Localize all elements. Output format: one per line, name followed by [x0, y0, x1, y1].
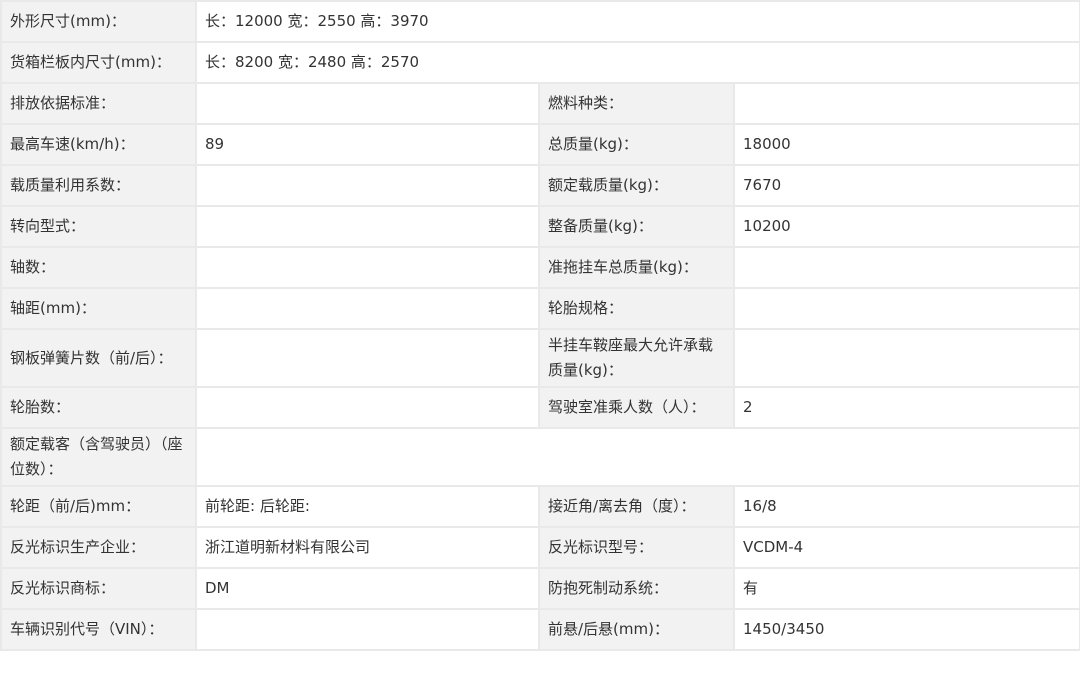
- field-label-vin: 车辆识别代号（VIN）：: [0, 608, 197, 651]
- field-label-reflector-model: 反光标识型号：: [538, 526, 735, 569]
- field-label-reflector-brand: 反光标识商标：: [0, 567, 197, 610]
- field-label-total-mass: 总质量(kg)：: [538, 123, 735, 166]
- field-label-overall-dimensions: 外形尺寸(mm)：: [0, 0, 197, 43]
- field-value-vin: [195, 608, 540, 651]
- field-value-axle-count: [195, 246, 540, 289]
- table-row: 额定载客（含驾驶员）（座位数）：: [0, 427, 1080, 487]
- table-row: 轴数： 准拖挂车总质量(kg)：: [0, 246, 1080, 289]
- table-row: 载质量利用系数： 额定载质量(kg)： 7670: [0, 164, 1080, 207]
- field-label-rated-seats: 额定载客（含驾驶员）（座位数）：: [0, 427, 197, 487]
- field-value-tire-spec: [732, 287, 1080, 330]
- field-label-wheelbase: 轴距(mm)：: [0, 287, 197, 330]
- field-value-track-width: 前轮距: 后轮距:: [195, 485, 540, 528]
- field-label-track-width: 轮距（前/后)mm：: [0, 485, 197, 528]
- field-label-curb-weight: 整备质量(kg)：: [538, 205, 735, 248]
- field-label-max-speed: 最高车速(km/h)：: [0, 123, 197, 166]
- field-value-steering-type: [195, 205, 540, 248]
- table-row: 转向型式： 整备质量(kg)： 10200: [0, 205, 1080, 248]
- field-label-cargo-box-dimensions: 货箱栏板内尺寸(mm)：: [0, 41, 197, 84]
- field-value-rated-load: 7670: [732, 164, 1080, 207]
- table-row: 反光标识生产企业： 浙江道明新材料有限公司 反光标识型号： VCDM-4: [0, 526, 1080, 569]
- table-row: 货箱栏板内尺寸(mm)： 长：8200 宽：2480 高：2570: [0, 41, 1080, 84]
- field-value-emission-standard: [195, 82, 540, 125]
- field-value-fuel-type: [732, 82, 1080, 125]
- field-value-tire-count: [195, 386, 540, 429]
- field-label-fuel-type: 燃料种类：: [538, 82, 735, 125]
- field-label-leaf-springs: 钢板弹簧片数（前/后）：: [0, 328, 197, 388]
- field-value-cargo-box-dimensions: 长：8200 宽：2480 高：2570: [194, 41, 1080, 84]
- field-value-rated-seats: [194, 427, 1080, 487]
- vehicle-spec-table: 外形尺寸(mm)： 长：12000 宽：2550 高：3970 货箱栏板内尺寸(…: [0, 0, 1080, 651]
- field-label-cab-passengers: 驾驶室准乘人数（人）：: [538, 386, 735, 429]
- field-value-overall-dimensions: 长：12000 宽：2550 高：3970: [194, 0, 1080, 43]
- table-row: 外形尺寸(mm)： 长：12000 宽：2550 高：3970: [0, 0, 1080, 43]
- field-value-leaf-springs: [195, 328, 540, 388]
- field-value-reflector-model: VCDM-4: [732, 526, 1080, 569]
- field-value-load-utilization: [195, 164, 540, 207]
- field-label-emission-standard: 排放依据标准：: [0, 82, 197, 125]
- field-label-tire-spec: 轮胎规格：: [538, 287, 735, 330]
- table-row: 轴距(mm)： 轮胎规格：: [0, 287, 1080, 330]
- field-label-steering-type: 转向型式：: [0, 205, 197, 248]
- field-value-trailer-total-mass: [732, 246, 1080, 289]
- field-label-tire-count: 轮胎数：: [0, 386, 197, 429]
- table-row: 轮胎数： 驾驶室准乘人数（人）： 2: [0, 386, 1080, 429]
- field-value-max-speed: 89: [195, 123, 540, 166]
- field-label-load-utilization: 载质量利用系数：: [0, 164, 197, 207]
- field-label-reflector-manufacturer: 反光标识生产企业：: [0, 526, 197, 569]
- field-label-abs-system: 防抱死制动系统：: [538, 567, 735, 610]
- field-label-fifth-wheel-load: 半挂车鞍座最大允许承载质量(kg)：: [538, 328, 735, 388]
- field-value-abs-system: 有: [732, 567, 1080, 610]
- table-row: 钢板弹簧片数（前/后）： 半挂车鞍座最大允许承载质量(kg)：: [0, 328, 1080, 388]
- field-label-trailer-total-mass: 准拖挂车总质量(kg)：: [538, 246, 735, 289]
- field-value-cab-passengers: 2: [732, 386, 1080, 429]
- field-value-reflector-brand: DM: [195, 567, 540, 610]
- field-value-curb-weight: 10200: [732, 205, 1080, 248]
- field-value-approach-departure-angle: 16/8: [732, 485, 1080, 528]
- field-label-front-rear-overhang: 前悬/后悬(mm)：: [538, 608, 735, 651]
- table-row: 车辆识别代号（VIN）： 前悬/后悬(mm)： 1450/3450: [0, 608, 1080, 651]
- field-value-total-mass: 18000: [732, 123, 1080, 166]
- field-value-front-rear-overhang: 1450/3450: [732, 608, 1080, 651]
- table-row: 轮距（前/后)mm： 前轮距: 后轮距: 接近角/离去角（度）： 16/8: [0, 485, 1080, 528]
- field-value-fifth-wheel-load: [732, 328, 1080, 388]
- field-label-axle-count: 轴数：: [0, 246, 197, 289]
- table-row: 最高车速(km/h)： 89 总质量(kg)： 18000: [0, 123, 1080, 166]
- table-row: 反光标识商标： DM 防抱死制动系统： 有: [0, 567, 1080, 610]
- field-value-wheelbase: [195, 287, 540, 330]
- field-value-reflector-manufacturer: 浙江道明新材料有限公司: [195, 526, 540, 569]
- field-label-approach-departure-angle: 接近角/离去角（度）：: [538, 485, 735, 528]
- field-label-rated-load: 额定载质量(kg)：: [538, 164, 735, 207]
- table-row: 排放依据标准： 燃料种类：: [0, 82, 1080, 125]
